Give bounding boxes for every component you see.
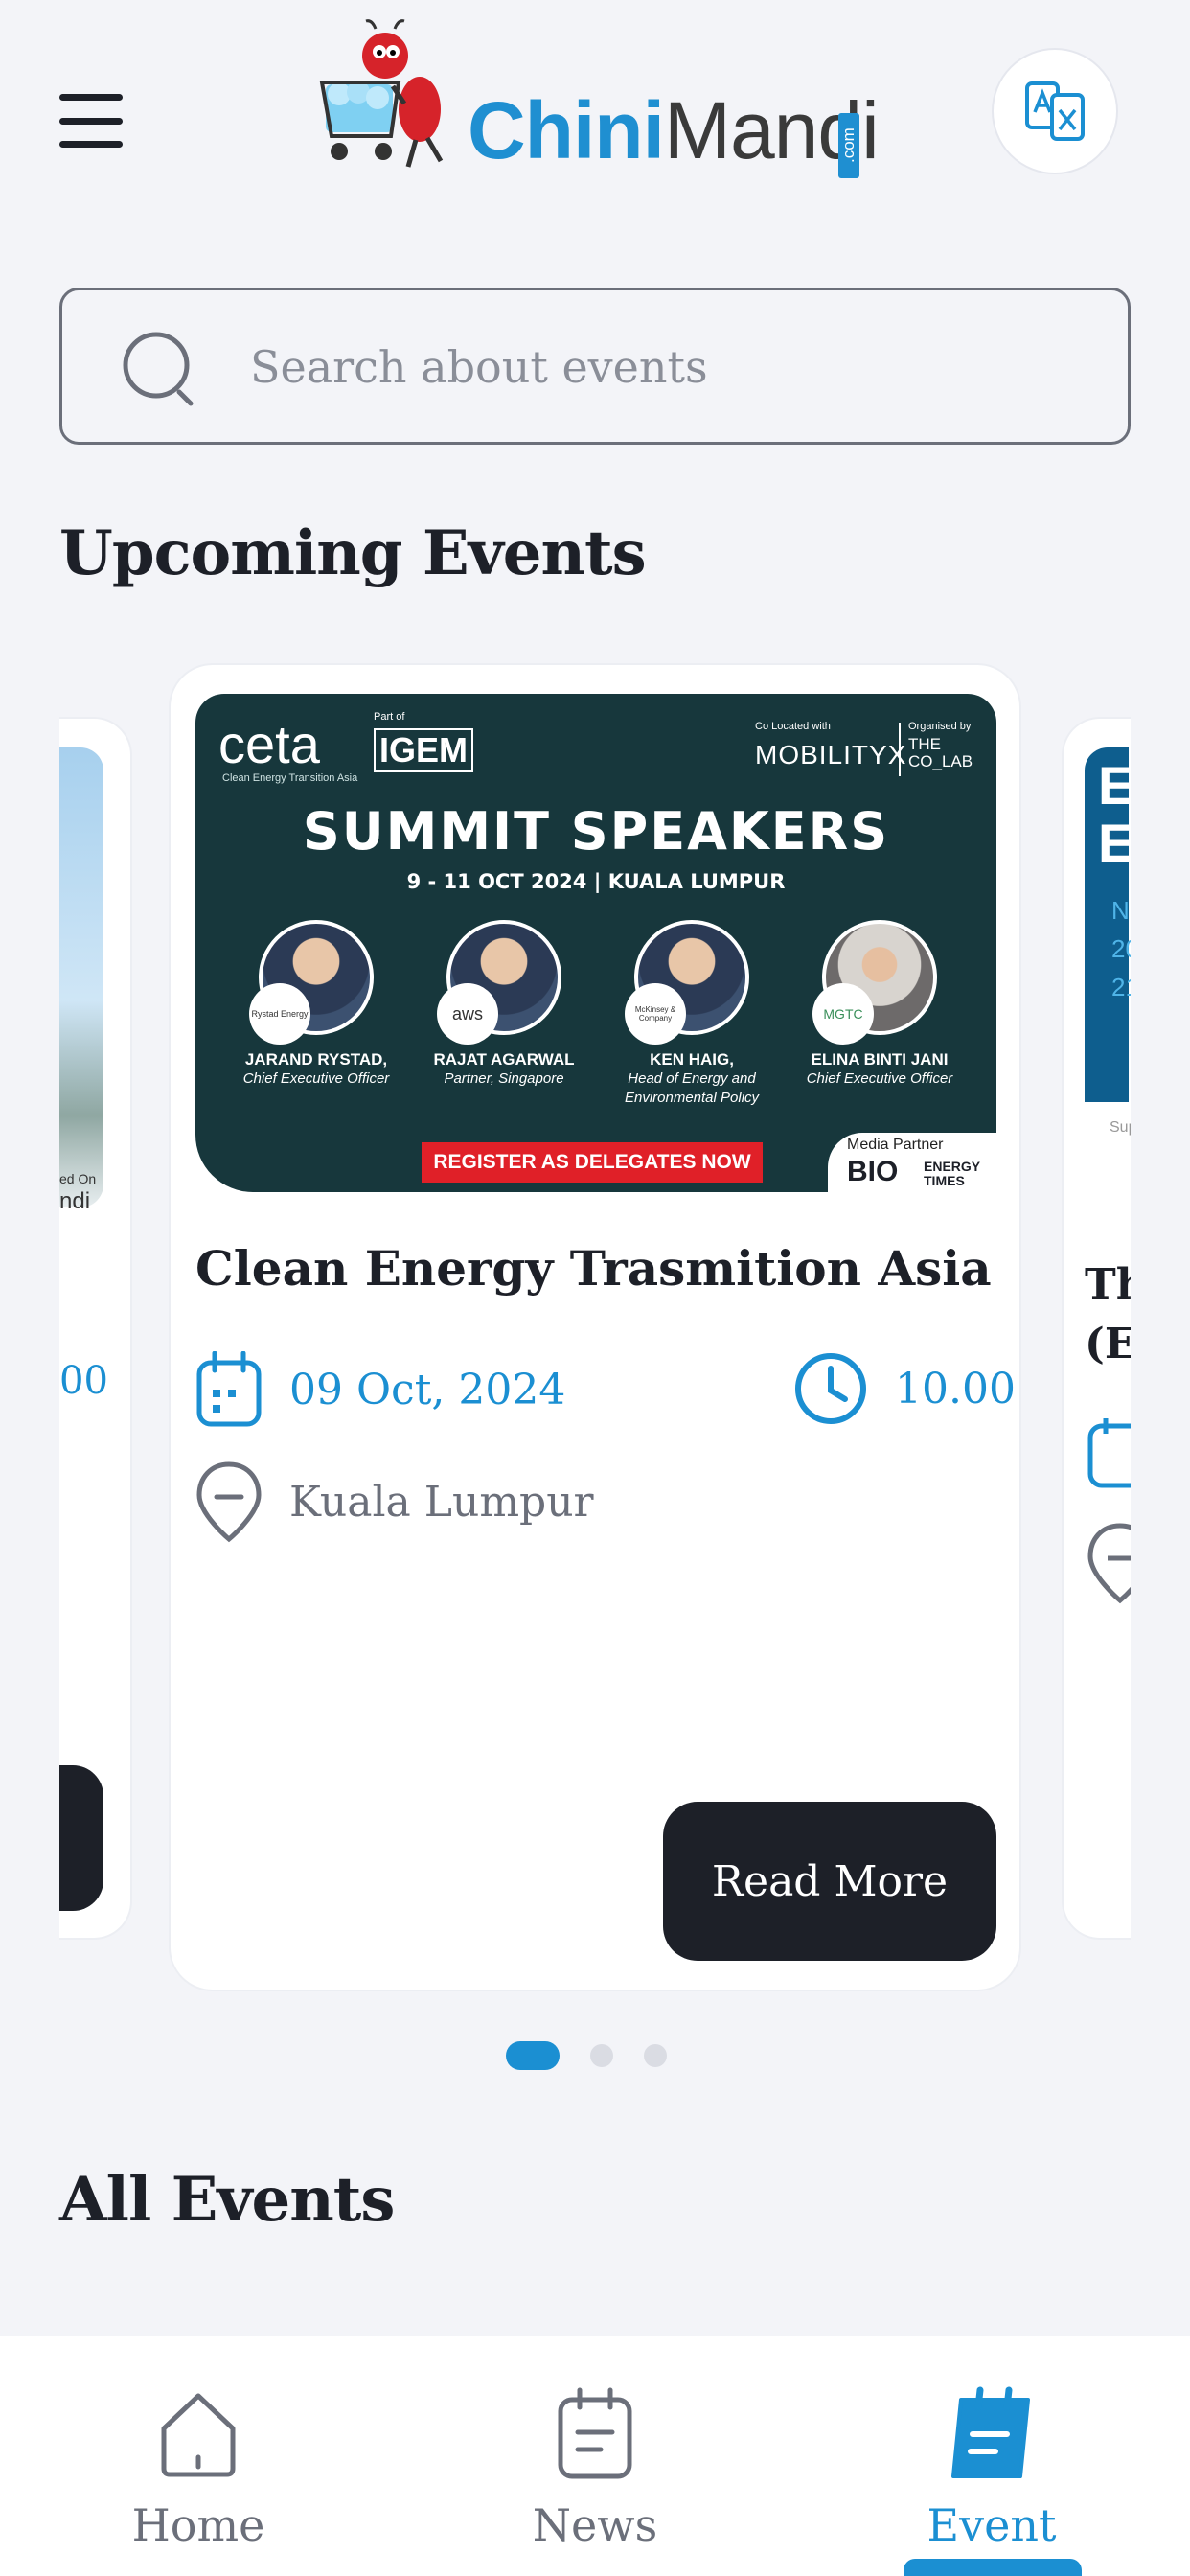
carousel-dot[interactable] bbox=[644, 2044, 667, 2067]
speaker-name: RAJAT AGARWAL bbox=[433, 1050, 575, 1069]
banner-collab-logo: THE CO_LAB bbox=[908, 735, 973, 770]
media-partner-subtitle: ENERGY TIMES bbox=[924, 1159, 980, 1188]
speaker-org-logo: aws bbox=[437, 983, 498, 1045]
translate-button[interactable] bbox=[992, 48, 1118, 174]
search-input[interactable] bbox=[250, 319, 1093, 415]
translate-icon bbox=[1025, 81, 1085, 141]
ant-cart-mascot-icon bbox=[319, 19, 444, 168]
speaker-org-logo: MGTC bbox=[812, 983, 874, 1045]
previous-read-more-button[interactable] bbox=[59, 1765, 103, 1911]
banner-organised-by: Organised by bbox=[908, 721, 972, 732]
calendar-icon bbox=[196, 1351, 262, 1427]
logo-text-primary: Chini bbox=[468, 85, 665, 175]
speaker-card: Rystad Energy JARAND RYSTAD, Chief Execu… bbox=[220, 920, 412, 1089]
speaker-org-logo: Rystad Energy bbox=[249, 983, 310, 1045]
active-tab-indicator bbox=[904, 2559, 1082, 2576]
speaker-card: McKinsey & Company KEN HAIG, Head of Ene… bbox=[596, 920, 788, 1108]
next-banner-text-2: E bbox=[1098, 813, 1131, 873]
speaker-role: Partner, Singapore bbox=[444, 1070, 564, 1087]
speaker-name: KEN HAIG, bbox=[650, 1050, 734, 1069]
banner-part-of: Part of bbox=[374, 711, 405, 723]
event-title: Clean Energy Trasmition Asia bbox=[195, 1240, 992, 1297]
banner-dates: 9 - 11 OCT 2024 | KUALA LUMPUR bbox=[406, 870, 786, 893]
next-event-title-line1: Th bbox=[1085, 1260, 1131, 1309]
banner-partner-logo: IGEM bbox=[374, 728, 474, 772]
event-image-next: E E N 20 21 Sup bbox=[1085, 748, 1131, 1208]
next-banner-text-3: N bbox=[1111, 896, 1130, 925]
event-card[interactable]: ceta Clean Energy Transition Asia Part o… bbox=[169, 663, 1021, 1991]
location-pin-icon bbox=[1087, 1523, 1131, 1604]
banner-brand: ceta bbox=[218, 714, 320, 774]
location-pin-icon bbox=[196, 1461, 262, 1543]
read-more-button[interactable]: Read More bbox=[663, 1802, 996, 1961]
media-partner-logo: BIO bbox=[847, 1156, 899, 1187]
next-event-title-line2: (El bbox=[1085, 1320, 1131, 1368]
speaker-card: MGTC ELINA BINTI JANI Chief Executive Of… bbox=[784, 920, 975, 1089]
speaker-card: aws RAJAT AGARWAL Partner, Singapore bbox=[408, 920, 600, 1089]
chinimandi-logo: ChiniMandi .com bbox=[316, 17, 880, 178]
banner-register-cta: REGISTER AS DELEGATES NOW bbox=[422, 1142, 763, 1183]
news-icon bbox=[558, 2387, 632, 2479]
event-banner-image: ceta Clean Energy Transition Asia Part o… bbox=[195, 694, 996, 1192]
carousel-dot[interactable] bbox=[590, 2044, 613, 2067]
clock-icon bbox=[795, 1353, 866, 1424]
speaker-role: Head of Energy and Environmental Policy bbox=[624, 1070, 760, 1106]
event-icon bbox=[951, 2386, 1030, 2478]
event-card-next[interactable]: E E N 20 21 Sup Th (El bbox=[1062, 717, 1131, 1940]
speaker-org-logo: McKinsey & Company bbox=[625, 983, 686, 1045]
media-partner-label: Media Partner bbox=[847, 1137, 944, 1153]
bottom-navigation: Home News Event bbox=[0, 2336, 1190, 2576]
speaker-role: Chief Executive Officer bbox=[806, 1070, 953, 1087]
event-date-row: 09 Oct, 2024 bbox=[195, 1351, 565, 1428]
speaker-name: ELINA BINTI JANI bbox=[811, 1050, 949, 1069]
previous-event-time: 00 bbox=[59, 1359, 108, 1403]
banner-divider bbox=[899, 723, 901, 776]
event-time: 10.00 bbox=[895, 1364, 1016, 1414]
logo-suffix: .com bbox=[838, 113, 859, 178]
previous-banner-logo: ndi bbox=[59, 1188, 91, 1214]
upcoming-events-title: Upcoming Events bbox=[59, 518, 647, 589]
banner-headline: SUMMIT SPEAKERS bbox=[302, 801, 890, 862]
banner-co-located: Co Located with bbox=[755, 721, 831, 732]
banner-mobility-logo: MOBILITYX bbox=[755, 740, 907, 770]
carousel-pagination bbox=[506, 2041, 667, 2070]
all-events-title: All Events bbox=[59, 2164, 395, 2236]
event-location-row: Kuala Lumpur bbox=[195, 1460, 594, 1543]
previous-banner-caption: ed On bbox=[59, 1171, 97, 1186]
calendar-icon bbox=[1087, 1418, 1131, 1488]
event-card-previous[interactable]: ed On ndi 00 bbox=[59, 717, 132, 1940]
event-date: 09 Oct, 2024 bbox=[289, 1365, 566, 1414]
nav-item-home[interactable]: Home bbox=[0, 2336, 397, 2576]
search-bar[interactable] bbox=[59, 288, 1131, 445]
nav-item-news[interactable]: News bbox=[397, 2336, 793, 2576]
next-banner-text-5: 21 bbox=[1111, 973, 1131, 1001]
banner-brand-subtitle: Clean Energy Transition Asia bbox=[222, 772, 358, 784]
nav-item-event[interactable]: Event bbox=[793, 2336, 1190, 2576]
nav-label-event: Event bbox=[927, 2499, 1057, 2551]
event-image-previous bbox=[59, 748, 103, 1208]
banner-media-partner: Media Partner BIO ENERGY TIMES bbox=[828, 1133, 996, 1192]
next-banner-text-6: Sup bbox=[1110, 1119, 1131, 1136]
home-icon bbox=[161, 2393, 236, 2477]
search-icon bbox=[123, 332, 194, 406]
nav-label-home: Home bbox=[131, 2499, 265, 2551]
event-location: Kuala Lumpur bbox=[289, 1477, 594, 1527]
next-banner-text-4: 20 bbox=[1111, 934, 1131, 963]
event-time-row: 10.00 bbox=[793, 1351, 1016, 1426]
nav-label-news: News bbox=[532, 2499, 658, 2551]
speaker-name: JARAND RYSTAD, bbox=[244, 1050, 388, 1069]
app-header: ChiniMandi .com bbox=[0, 0, 1190, 240]
next-banner-text-1: E bbox=[1098, 755, 1131, 816]
carousel-dot-active[interactable] bbox=[506, 2041, 560, 2070]
speaker-role: Chief Executive Officer bbox=[242, 1070, 390, 1087]
hamburger-menu-icon[interactable] bbox=[59, 94, 123, 148]
